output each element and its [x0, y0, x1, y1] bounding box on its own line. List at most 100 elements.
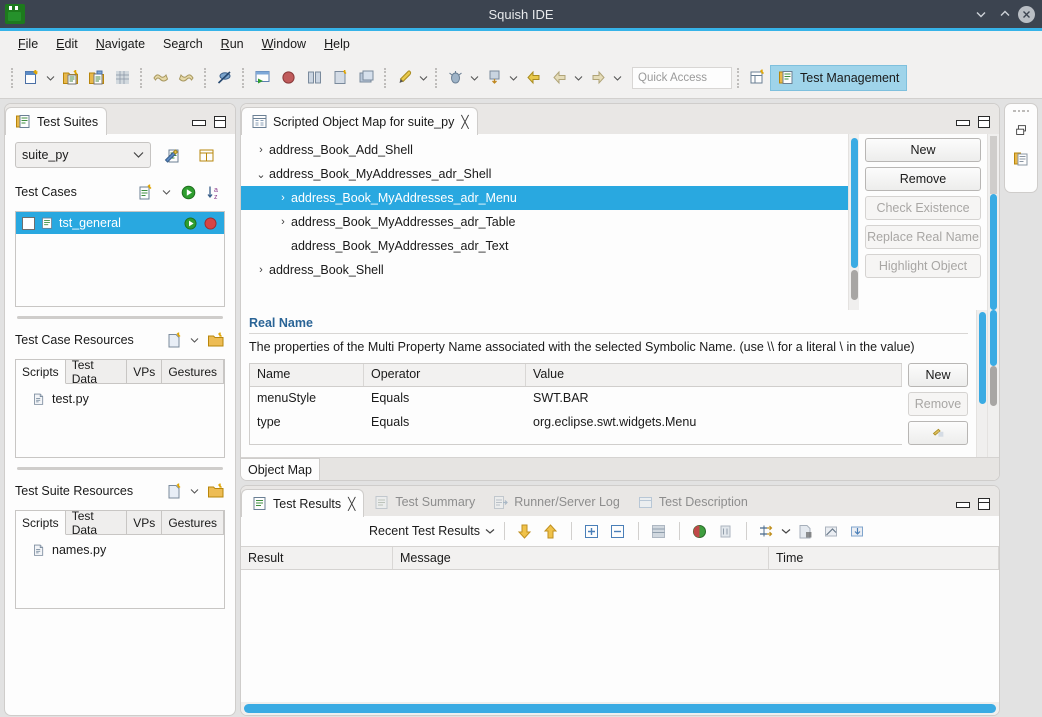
run-dropdown[interactable]	[417, 66, 430, 90]
quick-access-input[interactable]: Quick Access	[632, 66, 732, 89]
tab-test-description[interactable]: Test Description	[628, 488, 756, 516]
menu-navigate[interactable]: Navigate	[88, 34, 153, 54]
new-object-button[interactable]: New	[865, 138, 981, 162]
snapshot-icon[interactable]	[353, 65, 379, 91]
collapse-all-icon[interactable]	[605, 519, 631, 543]
suite-combo[interactable]: suite_py	[15, 142, 151, 168]
prev-arrow-icon[interactable]	[546, 65, 572, 91]
chevron-down-icon[interactable]: ⌄	[253, 168, 269, 181]
menu-edit[interactable]: Edit	[48, 34, 86, 54]
recent-results-dropdown[interactable]	[484, 519, 497, 543]
export-icon[interactable]	[793, 519, 819, 543]
maximize-editor-icon[interactable]	[978, 116, 990, 128]
new-resource-dropdown[interactable]	[188, 328, 201, 352]
tcr-tab-vps[interactable]: VPs	[127, 360, 163, 384]
sort-az-icon[interactable]: az	[203, 181, 225, 203]
tcr-tab-gestures[interactable]: Gestures	[162, 360, 224, 384]
results-horizontal-scrollbar[interactable]	[241, 702, 999, 715]
expand-all-icon[interactable]	[579, 519, 605, 543]
tab-test-suites[interactable]: Test Suites	[5, 107, 108, 135]
new-property-button[interactable]: New	[908, 362, 968, 387]
tcr-tab-scripts[interactable]: Scripts	[16, 360, 66, 384]
suite-table-icon[interactable]	[193, 142, 219, 168]
toggle-breakpoint-icon[interactable]	[211, 65, 237, 91]
view-menu-icon[interactable]	[754, 519, 780, 543]
step-icon[interactable]	[481, 65, 507, 91]
property-row[interactable]: menuStyle Equals SWT.BAR	[250, 387, 902, 411]
pass-fail-icon[interactable]	[687, 519, 713, 543]
results-body[interactable]	[241, 570, 999, 702]
tree-row-selected[interactable]: › address_Book_MyAddresses_adr_Menu	[241, 186, 848, 210]
scrollbar-thumb[interactable]	[851, 138, 858, 268]
tab-runner-server-log[interactable]: Runner/Server Log	[483, 488, 628, 516]
close-icon[interactable]	[1018, 5, 1035, 23]
properties-button[interactable]	[908, 420, 968, 445]
new-test-case-icon[interactable]	[134, 181, 156, 203]
minimize-results-icon[interactable]	[956, 499, 970, 510]
resource-file-row[interactable]: test.py	[16, 388, 224, 410]
col-result[interactable]: Result	[241, 547, 393, 569]
grid-icon[interactable]	[109, 65, 135, 91]
run-all-icon[interactable]	[177, 181, 199, 203]
open-perspective-icon[interactable]	[744, 65, 770, 91]
tsr-tab-scripts[interactable]: Scripts	[16, 511, 66, 535]
chevron-right-icon[interactable]: ›	[253, 144, 269, 156]
scrollbar-thumb[interactable]	[244, 704, 996, 713]
test-cases-list[interactable]: tst_general	[15, 211, 225, 307]
minimize-view-icon[interactable]	[192, 117, 206, 128]
new-folder-icon[interactable]	[205, 481, 225, 501]
edit-suite-settings-icon[interactable]	[159, 142, 185, 168]
test-suite-resources-list[interactable]: names.py	[15, 535, 225, 609]
redo-icon[interactable]	[173, 65, 199, 91]
menu-run[interactable]: Run	[213, 34, 252, 54]
chevron-right-icon[interactable]: ›	[275, 216, 291, 228]
save-report-icon[interactable]	[845, 519, 871, 543]
tsr-tab-gestures[interactable]: Gestures	[162, 511, 224, 535]
filter-icon[interactable]	[646, 519, 672, 543]
chevron-right-icon[interactable]: ›	[253, 264, 269, 276]
editor-vertical-scrollbar-lower[interactable]	[987, 310, 999, 457]
scrollbar-thumb[interactable]	[979, 312, 986, 404]
property-table[interactable]: Name Operator Value menuStyle Equals SWT…	[249, 362, 902, 445]
save-test-suite-icon[interactable]	[83, 65, 109, 91]
tree-row[interactable]: address_Book_MyAddresses_adr_Text	[241, 234, 848, 258]
tab-test-results[interactable]: Test Results ╳	[241, 489, 365, 517]
maximize-view-icon[interactable]	[214, 116, 226, 128]
menu-file[interactable]: File	[10, 34, 46, 54]
new-folder-icon[interactable]	[205, 330, 225, 350]
scrollbar-track-lower[interactable]	[851, 270, 858, 300]
new-test-suite-icon[interactable]	[57, 65, 83, 91]
next-failure-icon[interactable]	[512, 519, 538, 543]
import-icon[interactable]	[819, 519, 845, 543]
debug-dropdown[interactable]	[468, 66, 481, 90]
scrollbar-track-upper[interactable]	[990, 136, 997, 194]
maximize-icon[interactable]	[994, 3, 1016, 25]
new-resource-icon[interactable]	[164, 330, 184, 350]
scrollbar-track-lower[interactable]	[990, 366, 997, 406]
scrollbar-thumb[interactable]	[990, 310, 997, 366]
previous-failure-icon[interactable]	[538, 519, 564, 543]
new-file-dropdown[interactable]	[44, 66, 57, 90]
run-icon[interactable]	[183, 216, 198, 231]
next-dropdown[interactable]	[611, 66, 624, 90]
menu-search[interactable]: Search	[155, 34, 211, 54]
tcr-tab-test-data[interactable]: Test Data	[66, 358, 128, 386]
new-test-case-dropdown[interactable]	[160, 180, 173, 204]
next-arrow-icon[interactable]	[585, 65, 611, 91]
col-message[interactable]: Message	[393, 547, 769, 569]
compare-icon[interactable]	[301, 65, 327, 91]
menu-window[interactable]: Window	[254, 34, 314, 54]
resource-file-row[interactable]: names.py	[16, 539, 224, 561]
view-menu-dropdown[interactable]	[780, 519, 793, 543]
close-editor-icon[interactable]: ╳	[461, 115, 468, 129]
record-icon[interactable]	[275, 65, 301, 91]
property-row[interactable]: type Equals org.eclipse.swt.widgets.Menu	[250, 411, 902, 435]
test-case-resources-list[interactable]: test.py	[15, 384, 225, 458]
record-window-icon[interactable]	[249, 65, 275, 91]
close-icon[interactable]: ╳	[348, 497, 355, 511]
tree-vertical-scrollbar[interactable]	[848, 134, 859, 310]
minimize-editor-icon[interactable]	[956, 117, 970, 128]
step-dropdown[interactable]	[507, 66, 520, 90]
test-case-checkbox[interactable]	[22, 216, 35, 230]
real-name-vertical-scrollbar[interactable]	[976, 310, 987, 457]
